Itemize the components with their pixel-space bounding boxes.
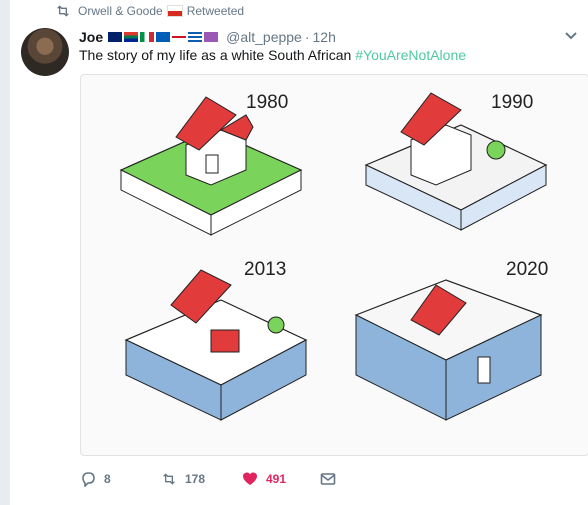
scotland-flag-icon: [156, 32, 171, 42]
retweeter-name[interactable]: Orwell & Goode: [78, 4, 163, 18]
heart-icon: [243, 472, 257, 485]
retweet-context: Orwell & Goode Retweeted: [55, 3, 244, 19]
south-africa-flag-icon: [124, 32, 139, 42]
name-flags: [108, 32, 220, 42]
chevron-down-icon[interactable]: [564, 29, 578, 43]
retweet-count: 178: [185, 472, 206, 486]
panel-2020: 2020: [354, 259, 548, 421]
author-name[interactable]: Joe: [79, 29, 103, 45]
panel-1990: 1990: [364, 92, 548, 231]
england-flag-icon: [172, 32, 187, 42]
chile-flag-icon: [166, 5, 183, 17]
reply-count: 8: [104, 472, 111, 486]
panel-year-2020: 2020: [506, 259, 548, 280]
panel-year-2013: 2013: [244, 259, 286, 280]
tweet-actions: 8 178 491: [80, 469, 380, 489]
tweet-time[interactable]: 12h: [313, 29, 336, 45]
reply-button[interactable]: 8: [80, 469, 111, 489]
tweet-text: The story of my life as a white South Af…: [79, 47, 466, 64]
retweet-button[interactable]: 178: [161, 469, 205, 489]
panel-1980: 1980: [119, 92, 303, 236]
author-handle[interactable]: @alt_peppe: [226, 29, 302, 45]
like-button[interactable]: 491: [242, 469, 286, 489]
panel-2013: 2013: [124, 259, 308, 421]
tweet-body: The story of my life as a white South Af…: [79, 47, 352, 63]
timeline-left-rail: [0, 0, 10, 505]
tweet-header: Joe @alt_peppe · 12h: [79, 27, 336, 47]
retweet-icon: [57, 5, 69, 17]
italy-flag-icon: [140, 32, 155, 42]
retweet-icon: [163, 473, 175, 485]
separator-dot: ·: [304, 29, 310, 45]
panel-year-1980: 1980: [246, 92, 288, 113]
reply-icon: [82, 472, 95, 487]
australia-flag-icon: [108, 32, 123, 42]
cross-icon: [204, 32, 219, 42]
cartoon-illustration: 1980 1990 2013 2020: [119, 92, 548, 421]
panel-year-1990: 1990: [491, 92, 533, 113]
like-count: 491: [266, 472, 287, 486]
avatar[interactable]: [21, 28, 69, 76]
greece-flag-icon: [188, 32, 203, 42]
envelope-icon: [320, 473, 336, 485]
direct-message-button[interactable]: [320, 469, 344, 489]
tweet-media-image[interactable]: 1980 1990 2013 2020: [80, 74, 588, 456]
hashtag-link[interactable]: #YouAreNotAlone: [355, 47, 466, 63]
retweet-label: Retweeted: [186, 4, 245, 18]
